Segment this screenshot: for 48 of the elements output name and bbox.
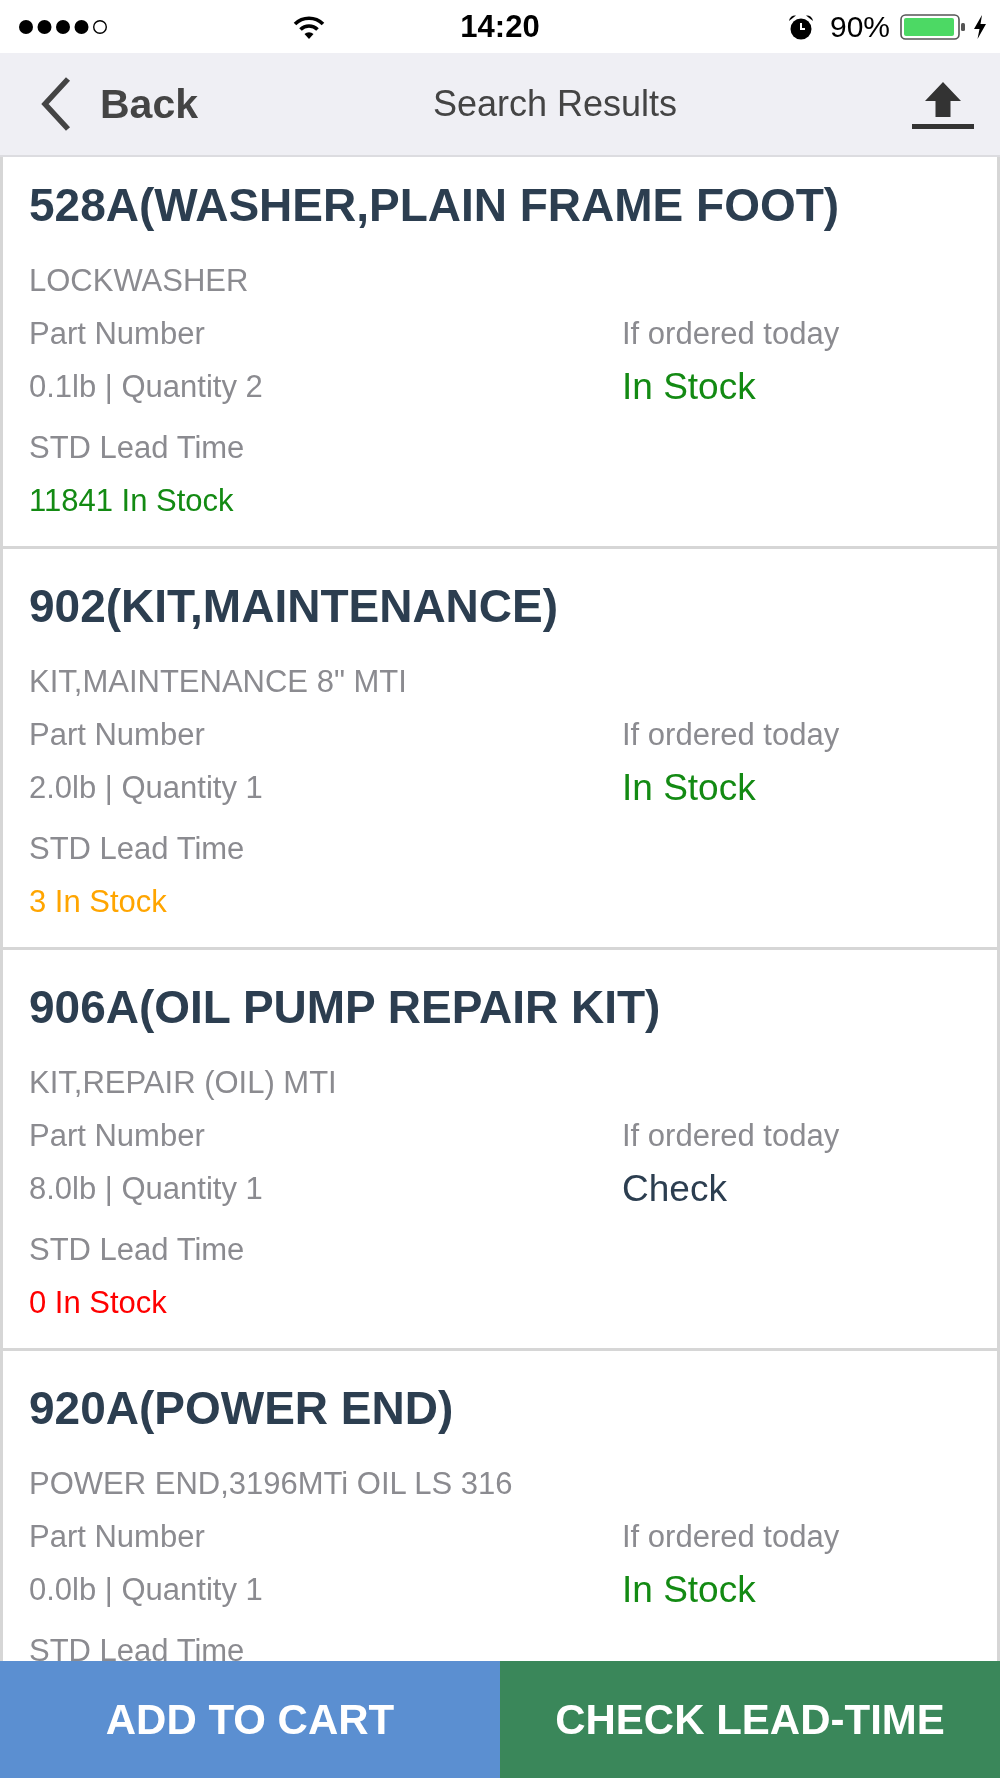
weight-quantity: 2.0lb | Quantity 1 bbox=[29, 769, 264, 807]
action-button[interactable]: CHECK LEAD-TIME bbox=[500, 1661, 1000, 1778]
field-label: If ordered today bbox=[622, 315, 841, 353]
field-label: If ordered today bbox=[622, 1117, 841, 1155]
field-label: Part Number bbox=[29, 716, 206, 754]
signal-strength-icon bbox=[18, 18, 108, 35]
field-label: If ordered today bbox=[622, 716, 841, 754]
weight-quantity: 0.0lb | Quantity 1 bbox=[29, 1571, 264, 1609]
screen-title: Search Results bbox=[431, 83, 679, 125]
part-title: 920A(POWER END) bbox=[29, 1381, 455, 1436]
stock-level: 3 In Stock bbox=[29, 883, 168, 921]
status-time: 14:20 bbox=[460, 8, 540, 46]
field-label: STD Lead Time bbox=[29, 429, 246, 467]
stock-level: 11841 In Stock bbox=[29, 482, 235, 520]
field-label: STD Lead Time bbox=[29, 830, 246, 868]
stock-level: 0 In Stock bbox=[29, 1284, 168, 1322]
result-card[interactable]: 906A(OIL PUMP REPAIR KIT) KIT,REPAIR (OIL) MTI Part Number If ordered today 8.0lb | Quantity 1 Check STD Lead Time 0 In Stock bbox=[0, 950, 1000, 1351]
back-button[interactable]: Back bbox=[40, 76, 198, 132]
wifi-icon bbox=[293, 14, 325, 39]
weight-quantity: 8.0lb | Quantity 1 bbox=[29, 1170, 264, 1208]
availability-status: In Stock bbox=[622, 766, 757, 810]
part-description: KIT,MAINTENANCE 8" MTI bbox=[29, 663, 408, 701]
upload-icon bbox=[912, 82, 974, 130]
result-card[interactable]: 920A(POWER END) POWER END,3196MTi OIL LS 316 Part Number If ordered today 0.0lb | Quantity 1 In Stock STD Lead Time bbox=[0, 1351, 1000, 1661]
field-label: If ordered today bbox=[622, 1518, 841, 1556]
part-description: POWER END,3196MTi OIL LS 316 bbox=[29, 1465, 514, 1503]
part-title: 528A(WASHER,PLAIN FRAME FOOT) bbox=[29, 178, 841, 233]
battery-percentage: 90% bbox=[829, 9, 890, 44]
field-label: STD Lead Time bbox=[29, 1632, 246, 1661]
field-label: Part Number bbox=[29, 1117, 206, 1155]
weight-quantity: 0.1lb | Quantity 2 bbox=[29, 368, 264, 406]
field-label: Part Number bbox=[29, 315, 206, 353]
battery-icon bbox=[900, 13, 966, 40]
availability-status: Check bbox=[622, 1167, 728, 1211]
availability-status: In Stock bbox=[622, 1568, 757, 1612]
charging-bolt-icon bbox=[973, 14, 987, 39]
alarm-clock-icon bbox=[787, 13, 814, 40]
upload-button[interactable] bbox=[912, 82, 974, 130]
availability-status: In Stock bbox=[622, 365, 757, 409]
part-description: KIT,REPAIR (OIL) MTI bbox=[29, 1064, 338, 1102]
chevron-left-icon bbox=[40, 76, 72, 132]
field-label: STD Lead Time bbox=[29, 1231, 246, 1269]
part-title: 906A(OIL PUMP REPAIR KIT) bbox=[29, 980, 662, 1035]
result-card[interactable]: 902(KIT,MAINTENANCE) KIT,MAINTENANCE 8" MTI Part Number If ordered today 2.0lb | Quantity 1 In Stock STD Lead Time 3 In Stock bbox=[0, 549, 1000, 950]
part-title: 902(KIT,MAINTENANCE) bbox=[29, 579, 560, 634]
field-label: Part Number bbox=[29, 1518, 206, 1556]
result-card[interactable]: 528A(WASHER,PLAIN FRAME FOOT) LOCKWASHER Part Number If ordered today 0.1lb | Quantity 2 In Stock STD Lead Time 11841 In Stock bbox=[0, 157, 1000, 549]
part-description: LOCKWASHER bbox=[29, 262, 250, 300]
